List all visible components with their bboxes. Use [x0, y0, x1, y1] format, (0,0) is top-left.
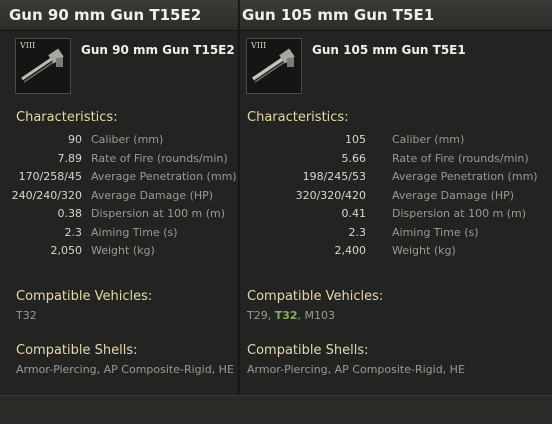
stat-row: 0.41 Dispersion at 100 m (m)	[240, 207, 552, 226]
item-row: VIII Gun 90 mm Gun T15E2	[0, 31, 238, 95]
stat-row: 2.3 Aiming Time (s)	[240, 226, 552, 245]
stat-row: 170/258/45 Average Penetration (mm)	[0, 170, 238, 189]
stats-list: 90 Caliber (mm) 7.89 Rate of Fire (round…	[0, 133, 238, 263]
panel-header: Gun 105 mm Gun T5E1	[240, 0, 552, 31]
stat-row: 240/240/320 Average Damage (HP)	[0, 189, 238, 208]
stat-row: 2,050 Weight (kg)	[0, 244, 238, 263]
stat-label: Rate of Fire (rounds/min)	[392, 151, 529, 165]
stat-row: 90 Caliber (mm)	[0, 133, 238, 152]
stat-value: 240/240/320	[11, 188, 82, 202]
stat-row: 5.66 Rate of Fire (rounds/min)	[240, 152, 552, 171]
stat-label: Average Damage (HP)	[91, 188, 214, 202]
vehicle-name-highlighted: T32	[274, 309, 298, 322]
panel-header: Gun 90 mm Gun T15E2	[0, 0, 238, 31]
stat-label: Caliber (mm)	[91, 133, 164, 146]
compatible-vehicles-list: T32	[16, 309, 37, 322]
stat-value: 2,400	[334, 244, 367, 257]
tooltip-panel-right: Gun 105 mm Gun T5E1 VIII Gun 105 mm Gun …	[240, 0, 552, 395]
stats-list: 105 Caliber (mm) 5.66 Rate of Fire (roun…	[240, 133, 552, 263]
gun-icon: VIII	[15, 38, 71, 94]
stat-label: Average Damage (HP)	[392, 188, 515, 202]
stat-label: Dispersion at 100 m (m)	[91, 207, 226, 220]
vehicle-name: M103	[304, 309, 336, 322]
vehicle-name: T32	[16, 309, 37, 322]
stat-row: 2,400 Weight (kg)	[240, 244, 552, 263]
stat-value: 198/245/53	[302, 170, 366, 183]
stat-label: Aiming Time (s)	[392, 225, 479, 239]
stat-row: 2.3 Aiming Time (s)	[0, 226, 238, 245]
stat-label: Dispersion at 100 m (m)	[392, 207, 527, 220]
compatible-shells-title: Compatible Shells:	[16, 343, 138, 358]
stat-value: 2.3	[64, 225, 83, 239]
stat-value: 90	[68, 133, 82, 146]
stat-row: 7.89 Rate of Fire (rounds/min)	[0, 152, 238, 171]
stat-label: Average Penetration (mm)	[91, 170, 237, 183]
stat-value: 0.41	[341, 207, 367, 220]
stat-label: Weight (kg)	[91, 244, 155, 257]
compatible-shells-list: Armor-Piercing, AP Composite-Rigid, HE	[16, 363, 234, 376]
stat-label: Caliber (mm)	[392, 133, 465, 146]
stat-value: 170/258/45	[18, 170, 82, 183]
stat-value: 5.66	[341, 151, 367, 165]
compatible-vehicles-list: T29, T32, M103	[247, 309, 335, 322]
item-row: VIII Gun 105 mm Gun T5E1	[240, 31, 552, 95]
stat-label: Aiming Time (s)	[91, 225, 178, 239]
list-separator: ,	[297, 309, 305, 322]
characteristics-title: Characteristics:	[16, 110, 118, 125]
characteristics-title: Characteristics:	[247, 110, 349, 125]
item-name: Gun 105 mm Gun T5E1	[312, 43, 466, 57]
gun-icon: VIII	[246, 38, 302, 94]
stat-label: Weight (kg)	[392, 244, 456, 257]
stat-value: 2,050	[50, 244, 83, 257]
stat-value: 320/320/420	[295, 188, 366, 202]
stat-row: 198/245/53 Average Penetration (mm)	[240, 170, 552, 189]
stat-row: 105 Caliber (mm)	[240, 133, 552, 152]
tooltip-panel-left: Gun 90 mm Gun T15E2 VIII Gun 90 mm Gun T…	[0, 0, 239, 395]
stat-value: 105	[345, 133, 366, 146]
stat-label: Rate of Fire (rounds/min)	[91, 151, 228, 165]
compatible-vehicles-title: Compatible Vehicles:	[247, 289, 384, 304]
compatible-shells-title: Compatible Shells:	[247, 343, 369, 358]
compatible-shells-list: Armor-Piercing, AP Composite-Rigid, HE	[247, 363, 465, 376]
list-separator: ,	[267, 309, 275, 322]
stat-label: Average Penetration (mm)	[392, 170, 538, 183]
stat-row: 320/320/420 Average Damage (HP)	[240, 189, 552, 208]
stat-value: 0.38	[57, 207, 83, 220]
vehicle-name: T29	[247, 309, 268, 322]
background-strip	[0, 395, 552, 424]
item-name: Gun 90 mm Gun T15E2	[81, 43, 235, 57]
stat-row: 0.38 Dispersion at 100 m (m)	[0, 207, 238, 226]
stat-value: 2.3	[348, 225, 367, 239]
stat-value: 7.89	[57, 151, 83, 165]
compatible-vehicles-title: Compatible Vehicles:	[16, 289, 153, 304]
